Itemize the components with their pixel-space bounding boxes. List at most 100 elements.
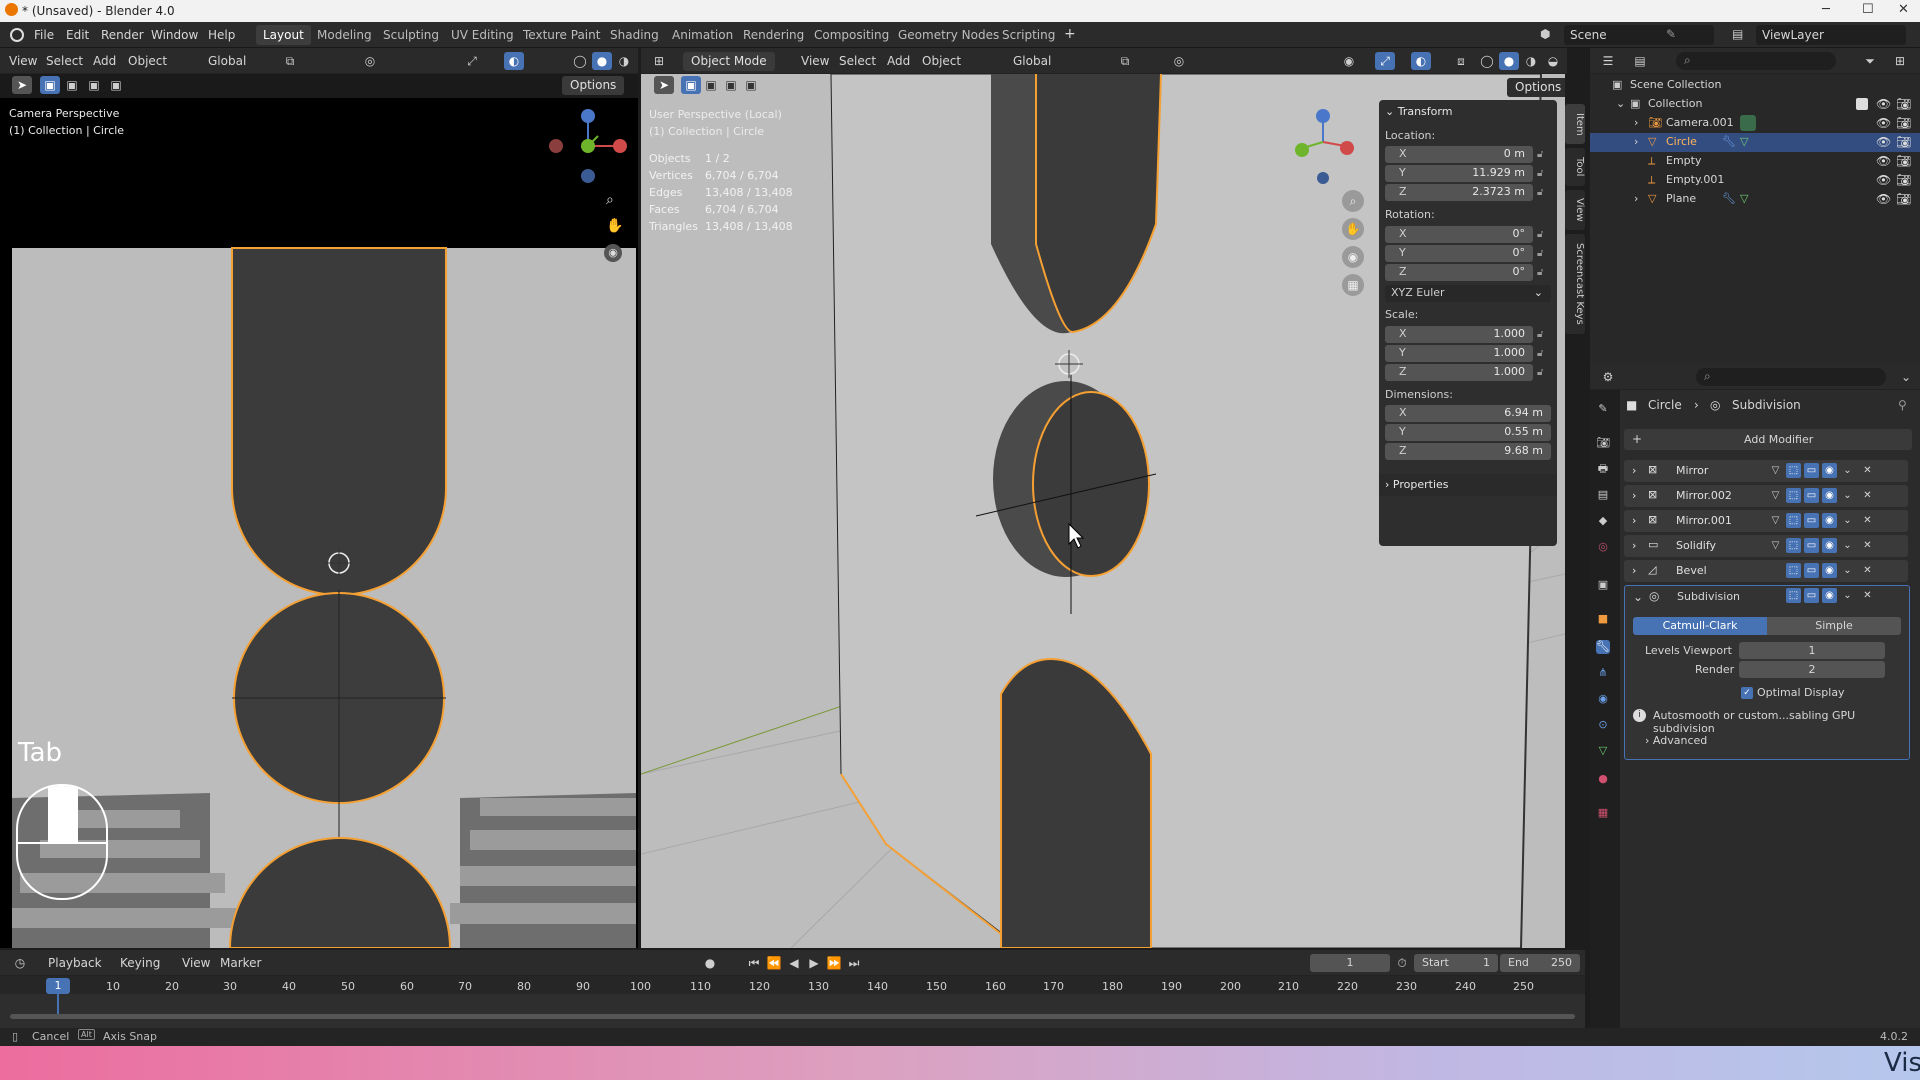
outliner-item-empty-001[interactable]: ⟂ Empty.001 xyxy=(1590,171,1920,190)
minimize-icon[interactable]: ─ xyxy=(1822,2,1830,17)
tab-texture-paint[interactable]: Texture Paint xyxy=(516,25,607,45)
edit-cage-icon[interactable]: ▽ xyxy=(1768,513,1783,528)
left-snap-icon[interactable]: ⧉ xyxy=(280,52,300,70)
simple-button[interactable]: Simple xyxy=(1767,617,1901,635)
particles-properties-icon[interactable]: ⋔ xyxy=(1596,666,1610,680)
main-object-menu[interactable]: Object xyxy=(922,54,961,68)
outliner-item-camera[interactable]: › 📷︎ Camera.001 xyxy=(1590,114,1920,133)
mesh-data-icon[interactable]: ▽ xyxy=(1740,135,1748,148)
dimensions-y-field[interactable]: Y 0.55 m xyxy=(1385,424,1551,441)
main-proportional-icon[interactable]: ◎ xyxy=(1169,52,1189,70)
dropdown-icon[interactable]: ⌄ xyxy=(1840,563,1855,578)
properties-editor-type-icon[interactable]: ⚙ xyxy=(1598,368,1618,386)
left-material-icon[interactable]: ◑ xyxy=(614,52,634,70)
properties-search-input[interactable]: ⌕ xyxy=(1696,368,1886,386)
dimensions-z-field[interactable]: Z 9.68 m xyxy=(1385,443,1551,460)
view-layer-selector[interactable]: ViewLayer xyxy=(1756,25,1906,45)
left-proportional-icon[interactable]: ◎ xyxy=(360,52,380,70)
lock-icon[interactable]: 🔓︎ xyxy=(1537,329,1549,341)
left-view-menu[interactable]: View xyxy=(9,54,37,68)
tab-sculpting[interactable]: Sculpting xyxy=(376,25,446,45)
editor-type-icon[interactable]: ⊞ xyxy=(649,52,669,70)
outliner-item-plane[interactable]: › ▽ Plane 🔧︎ ▽ xyxy=(1590,190,1920,209)
main-snap-icon[interactable]: ⧉ xyxy=(1115,52,1135,70)
record-icon[interactable]: ● xyxy=(700,954,720,972)
main-gizmo-icon[interactable]: ⤢ xyxy=(1375,52,1395,70)
play-reverse-icon[interactable]: ◀ xyxy=(784,954,804,972)
output-properties-icon[interactable]: 🖶 xyxy=(1596,462,1610,476)
properties-subpanel[interactable]: › Properties xyxy=(1379,474,1557,496)
render-icon[interactable]: ◉ xyxy=(1822,538,1837,553)
main-solid-icon[interactable]: ● xyxy=(1499,52,1519,70)
main-wireframe-icon[interactable]: ◯ xyxy=(1477,52,1497,70)
timeline-scrollbar[interactable] xyxy=(10,1014,1575,1019)
render-camera-icon[interactable]: 📷︎ xyxy=(1896,173,1911,187)
main-visibility-icon[interactable]: ◉ xyxy=(1339,52,1359,70)
collapse-icon[interactable]: ⌄ xyxy=(1633,590,1643,604)
lock-icon[interactable]: 🔓︎ xyxy=(1537,267,1549,279)
viewport-icon[interactable]: ▭ xyxy=(1804,513,1819,528)
add-workspace-icon[interactable]: + xyxy=(1064,26,1076,42)
dropdown-icon[interactable]: ⌄ xyxy=(1840,488,1855,503)
left-orientation-dropdown[interactable]: Global xyxy=(208,54,246,68)
left-options-button[interactable]: Options xyxy=(562,76,625,95)
lock-icon[interactable]: 🔓︎ xyxy=(1537,168,1549,180)
sidebar-tab-item[interactable]: Item xyxy=(1565,104,1585,144)
stopwatch-icon[interactable]: ⏱ xyxy=(1392,954,1412,972)
eye-icon[interactable]: 👁︎ xyxy=(1876,97,1891,111)
left-overlay-icon[interactable]: ◐ xyxy=(504,52,524,70)
properties-options-icon[interactable]: ⌄ xyxy=(1896,368,1916,386)
rotation-mode-dropdown[interactable]: XYZ Euler ⌄ xyxy=(1385,285,1551,302)
scene-selector[interactable]: Scene xyxy=(1564,25,1714,45)
timeline-view-menu[interactable]: View xyxy=(182,956,210,970)
expand-icon[interactable]: › xyxy=(1632,514,1636,527)
modifier-properties-icon[interactable]: 🔧︎ xyxy=(1596,640,1610,654)
eye-icon[interactable]: 👁︎ xyxy=(1876,135,1891,149)
playhead[interactable]: 1 xyxy=(46,978,70,994)
optimal-display-checkbox[interactable]: ✓ xyxy=(1741,687,1753,699)
tab-rendering[interactable]: Rendering xyxy=(736,25,811,45)
end-frame-field[interactable]: End 250 xyxy=(1500,954,1580,972)
menu-render[interactable]: Render xyxy=(101,28,144,42)
edit-mode-icon[interactable]: ⬚ xyxy=(1786,588,1801,603)
main-options-button[interactable]: Options xyxy=(1507,78,1565,97)
lock-icon[interactable]: 🔓︎ xyxy=(1537,187,1549,199)
remove-modifier-icon[interactable]: ✕ xyxy=(1860,513,1875,528)
texture-properties-icon[interactable]: ▦ xyxy=(1596,806,1610,820)
edit-mode-icon[interactable]: ⬚ xyxy=(1786,538,1801,553)
edit-cage-icon[interactable]: ▽ xyxy=(1768,538,1783,553)
edit-mode-icon[interactable]: ⬚ xyxy=(1786,513,1801,528)
tab-geometry-nodes[interactable]: Geometry Nodes xyxy=(891,25,1006,45)
render-icon[interactable]: ◉ xyxy=(1822,563,1837,578)
remove-modifier-icon[interactable]: ✕ xyxy=(1860,463,1875,478)
world-properties-icon[interactable]: ◎ xyxy=(1596,540,1610,554)
render-properties-icon[interactable]: 📷︎ xyxy=(1596,436,1610,450)
left-select-subtract-icon[interactable]: ▣ xyxy=(84,76,104,94)
tab-shading[interactable]: Shading xyxy=(603,25,666,45)
outliner-filter-icon[interactable]: ⏷ xyxy=(1860,52,1880,70)
keying-menu[interactable]: Keying xyxy=(120,956,160,970)
main-orientation-dropdown[interactable]: Global xyxy=(1013,54,1051,68)
playback-menu[interactable]: Playback xyxy=(48,956,102,970)
menu-help[interactable]: Help xyxy=(208,28,235,42)
tab-compositing[interactable]: Compositing xyxy=(807,25,896,45)
left-select-extend-icon[interactable]: ▣ xyxy=(62,76,82,94)
expand-icon[interactable]: › xyxy=(1632,489,1636,502)
main-select-tool-icon[interactable]: ➤ xyxy=(654,76,674,94)
viewport-icon[interactable]: ▭ xyxy=(1804,463,1819,478)
new-collection-icon[interactable]: ⊞ xyxy=(1890,52,1910,70)
left-viewport[interactable]: Camera Perspective (1) Collection | Circ… xyxy=(0,98,638,948)
left-select-menu[interactable]: Select xyxy=(46,54,83,68)
expand-icon[interactable]: ⌄ xyxy=(1616,97,1625,110)
next-keyframe-icon[interactable]: ⏩ xyxy=(824,954,844,972)
camera-data-icon[interactable] xyxy=(1740,115,1756,131)
render-levels-field[interactable]: 2 xyxy=(1739,661,1885,678)
constraints-properties-icon[interactable]: ⊙ xyxy=(1596,718,1610,732)
collection-properties-icon[interactable]: ▣ xyxy=(1596,578,1610,592)
lock-icon[interactable]: 🔓︎ xyxy=(1537,367,1549,379)
physics-properties-icon[interactable]: ◉ xyxy=(1596,692,1610,706)
outliner-scene-collection[interactable]: ▣ Scene Collection xyxy=(1590,76,1920,95)
left-solid-icon[interactable]: ● xyxy=(592,52,612,70)
lock-icon[interactable]: 🔓︎ xyxy=(1537,149,1549,161)
edit-mode-icon[interactable]: ⬚ xyxy=(1786,563,1801,578)
